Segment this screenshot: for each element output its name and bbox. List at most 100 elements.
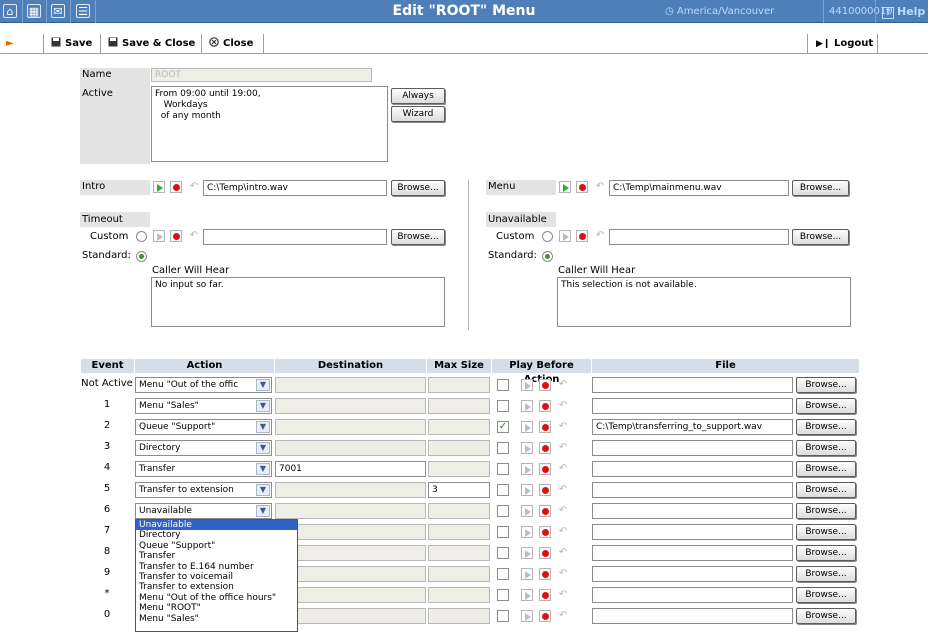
row-record-button[interactable] <box>539 505 551 517</box>
row-undo-icon[interactable]: ↶ <box>557 547 569 559</box>
play-before-checkbox[interactable] <box>497 547 509 559</box>
browse-button[interactable]: Browse... <box>796 587 856 603</box>
dropdown-option[interactable]: Transfer to E.164 number <box>136 562 297 572</box>
destination-field[interactable]: 7001 <box>275 461 426 477</box>
play-before-checkbox[interactable] <box>497 526 509 538</box>
destination-field[interactable] <box>275 482 426 498</box>
max-size-field[interactable] <box>428 545 490 561</box>
dropdown-option[interactable]: Menu "Out of the office hours" <box>136 593 297 603</box>
row-undo-icon[interactable]: ↶ <box>557 568 569 580</box>
row-record-button[interactable] <box>539 526 551 538</box>
play-before-checkbox[interactable] <box>497 463 509 475</box>
save-button[interactable]: Save <box>47 34 99 54</box>
action-select[interactable]: Menu "Sales" ▼ <box>135 398 272 414</box>
row-undo-icon[interactable]: ↶ <box>557 526 569 538</box>
timeout-play-button[interactable] <box>153 230 165 242</box>
play-before-checkbox[interactable]: ✓ <box>497 421 509 433</box>
browse-button[interactable]: Browse... <box>796 398 856 414</box>
file-field[interactable] <box>592 587 793 603</box>
destination-field[interactable] <box>275 398 426 414</box>
timeout-undo-icon[interactable]: ↶ <box>188 230 200 242</box>
file-field[interactable] <box>592 440 793 456</box>
unavailable-record-button[interactable] <box>576 230 588 242</box>
destination-field[interactable] <box>275 377 426 393</box>
intro-browse-button[interactable]: Browse... <box>391 180 445 196</box>
row-play-button[interactable] <box>521 547 533 559</box>
max-size-field[interactable] <box>428 608 490 624</box>
file-field[interactable] <box>592 398 793 414</box>
menu-undo-icon[interactable]: ↶ <box>594 181 606 193</box>
browse-button[interactable]: Browse... <box>796 566 856 582</box>
row-undo-icon[interactable]: ↶ <box>557 463 569 475</box>
wizard-button[interactable]: Wizard <box>391 106 445 122</box>
max-size-field[interactable] <box>428 398 490 414</box>
dropdown-option[interactable]: Directory <box>136 530 297 540</box>
intro-file-field[interactable]: C:\Temp\intro.wav <box>203 180 387 196</box>
destination-field[interactable] <box>275 440 426 456</box>
dropdown-option[interactable]: Menu "ROOT" <box>136 603 297 613</box>
browse-button[interactable]: Browse... <box>796 608 856 624</box>
file-field[interactable] <box>592 461 793 477</box>
name-field[interactable]: ROOT <box>151 68 372 82</box>
max-size-field[interactable] <box>428 587 490 603</box>
row-play-button[interactable] <box>521 400 533 412</box>
always-button[interactable]: Always <box>391 88 445 104</box>
row-play-button[interactable] <box>521 589 533 601</box>
play-before-checkbox[interactable] <box>497 442 509 454</box>
timeout-browse-button[interactable]: Browse... <box>391 229 445 245</box>
browse-button[interactable]: Browse... <box>796 461 856 477</box>
row-record-button[interactable] <box>539 421 551 433</box>
row-record-button[interactable] <box>539 442 551 454</box>
row-play-button[interactable] <box>521 421 533 433</box>
timeout-record-button[interactable] <box>170 230 182 242</box>
row-undo-icon[interactable]: ↶ <box>557 379 569 391</box>
unavailable-play-button[interactable] <box>559 230 571 242</box>
action-dropdown-list[interactable]: Unavailable Directory Queue "Support" Trans… <box>135 519 298 632</box>
action-select[interactable]: Directory ▼ <box>135 440 272 456</box>
row-play-button[interactable] <box>521 568 533 580</box>
menu-file-field[interactable]: C:\Temp\mainmenu.wav <box>609 180 789 196</box>
max-size-field[interactable]: 3 <box>428 482 490 498</box>
play-before-checkbox[interactable] <box>497 505 509 517</box>
max-size-field[interactable] <box>428 377 490 393</box>
row-undo-icon[interactable]: ↶ <box>557 610 569 622</box>
row-undo-icon[interactable]: ↶ <box>557 400 569 412</box>
intro-record-button[interactable] <box>170 181 182 193</box>
play-before-checkbox[interactable] <box>497 589 509 601</box>
dropdown-option[interactable]: Transfer to voicemail <box>136 572 297 582</box>
dropdown-option[interactable]: Queue "Support" <box>136 541 297 551</box>
unavailable-file-field[interactable] <box>609 229 789 245</box>
help-link[interactable]: ? Help <box>882 5 925 19</box>
file-field[interactable] <box>592 377 793 393</box>
close-button[interactable]: Close <box>205 34 261 54</box>
file-field[interactable] <box>592 545 793 561</box>
play-before-checkbox[interactable] <box>497 568 509 580</box>
file-field[interactable] <box>592 566 793 582</box>
dropdown-option[interactable]: Unavailable <box>136 520 297 531</box>
browse-button[interactable]: Browse... <box>796 545 856 561</box>
save-close-button[interactable]: Save & Close <box>104 34 200 54</box>
row-undo-icon[interactable]: ↶ <box>557 421 569 433</box>
row-play-button[interactable] <box>521 484 533 496</box>
browse-button[interactable]: Browse... <box>796 482 856 498</box>
timezone[interactable]: ◷ America/Vancouver <box>665 6 774 17</box>
row-play-button[interactable] <box>521 505 533 517</box>
row-record-button[interactable] <box>539 568 551 580</box>
play-before-checkbox[interactable] <box>497 400 509 412</box>
active-period-textarea[interactable]: From 09:00 until 19:00, Workdays of any … <box>151 86 388 162</box>
timeout-custom-radio[interactable] <box>136 231 147 242</box>
play-before-checkbox[interactable] <box>497 379 509 391</box>
action-select[interactable]: Queue "Support" ▼ <box>135 419 272 435</box>
row-undo-icon[interactable]: ↶ <box>557 589 569 601</box>
menu-record-button[interactable] <box>576 181 588 193</box>
max-size-field[interactable] <box>428 419 490 435</box>
max-size-field[interactable] <box>428 461 490 477</box>
unavailable-browse-button[interactable]: Browse... <box>792 229 849 245</box>
max-size-field[interactable] <box>428 524 490 540</box>
play-before-checkbox[interactable] <box>497 610 509 622</box>
row-record-button[interactable] <box>539 400 551 412</box>
timeout-file-field[interactable] <box>203 229 387 245</box>
menu-browse-button[interactable]: Browse... <box>792 180 849 196</box>
row-undo-icon[interactable]: ↶ <box>557 505 569 517</box>
dropdown-option[interactable]: Transfer <box>136 551 297 561</box>
